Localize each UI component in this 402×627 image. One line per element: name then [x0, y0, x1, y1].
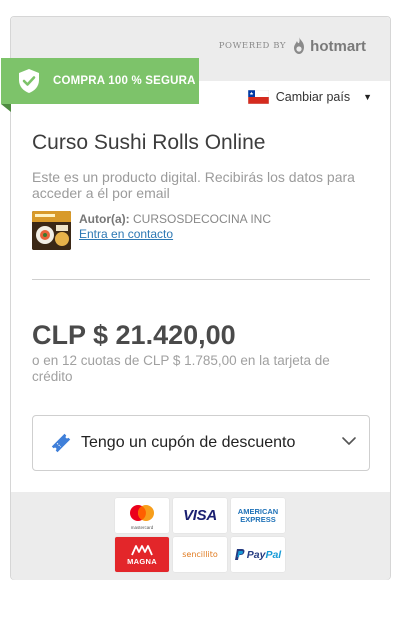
caret-down-icon: ▼	[363, 92, 372, 102]
sencillito-label: sencillito	[182, 550, 218, 559]
author-section: Autor(a): CURSOSDECOCINA INC Entra en co…	[32, 211, 271, 250]
ribbon-fold	[1, 104, 11, 112]
product-title: Curso Sushi Rolls Online	[32, 131, 266, 154]
payment-methods: mastercard VISA AMERICAN EXPRESS MAGNA s…	[11, 492, 390, 580]
hotmart-wordmark: hotmart	[310, 37, 366, 55]
coupon-label: Tengo un cupón de descuento	[81, 434, 296, 451]
product-description: Este es un producto digital. Recibirás l…	[32, 169, 355, 201]
author-label: Autor(a):	[79, 212, 130, 226]
visa-logo: VISA	[173, 498, 227, 533]
powered-by-hotmart: POWERED BY hotmart	[219, 37, 366, 55]
country-selector-label: Cambiar país	[275, 90, 351, 104]
chevron-down-icon	[342, 437, 356, 445]
divider	[32, 279, 370, 280]
product-thumbnail	[32, 211, 71, 250]
author-info: Autor(a): CURSOSDECOCINA INC Entra en co…	[79, 211, 271, 250]
amex-label-bottom: EXPRESS	[240, 514, 276, 524]
sencillito-logo: sencillito	[173, 537, 227, 572]
checkout-card: POWERED BY hotmart COMPRA 100 % SEGURA C…	[1, 16, 391, 580]
author-name: CURSOSDECOCINA INC	[133, 212, 272, 226]
mastercard-logo: mastercard	[115, 498, 169, 533]
country-selector[interactable]: Cambiar país ▼	[247, 89, 372, 105]
hotmart-flame-icon	[294, 37, 305, 54]
mastercard-label: mastercard	[130, 525, 154, 530]
visa-label: VISA	[183, 507, 217, 524]
paypal-label-a: Pay	[246, 548, 266, 561]
product-price: CLP $ 21.420,00	[32, 320, 236, 350]
shield-check-icon	[19, 69, 39, 93]
chile-flag-icon	[247, 89, 269, 105]
amex-logo: AMERICAN EXPRESS	[231, 498, 285, 533]
paypal-logo: PayPal	[231, 537, 285, 572]
paypal-label-b: Pal	[265, 548, 282, 561]
secure-badge-text: COMPRA 100 % SEGURA	[53, 75, 196, 87]
magna-label: MAGNA	[127, 556, 157, 566]
secure-purchase-badge: COMPRA 100 % SEGURA	[1, 58, 199, 104]
coupon-toggle[interactable]: Tengo un cupón de descuento	[32, 415, 370, 471]
magna-logo: MAGNA	[115, 537, 169, 572]
powered-by-text: POWERED BY	[218, 41, 287, 51]
contact-author-link[interactable]: Entra en contacto	[79, 227, 173, 241]
installments-text: o en 12 cuotas de CLP $ 1.785,00 en la t…	[32, 353, 330, 384]
ticket-icon	[51, 433, 71, 453]
